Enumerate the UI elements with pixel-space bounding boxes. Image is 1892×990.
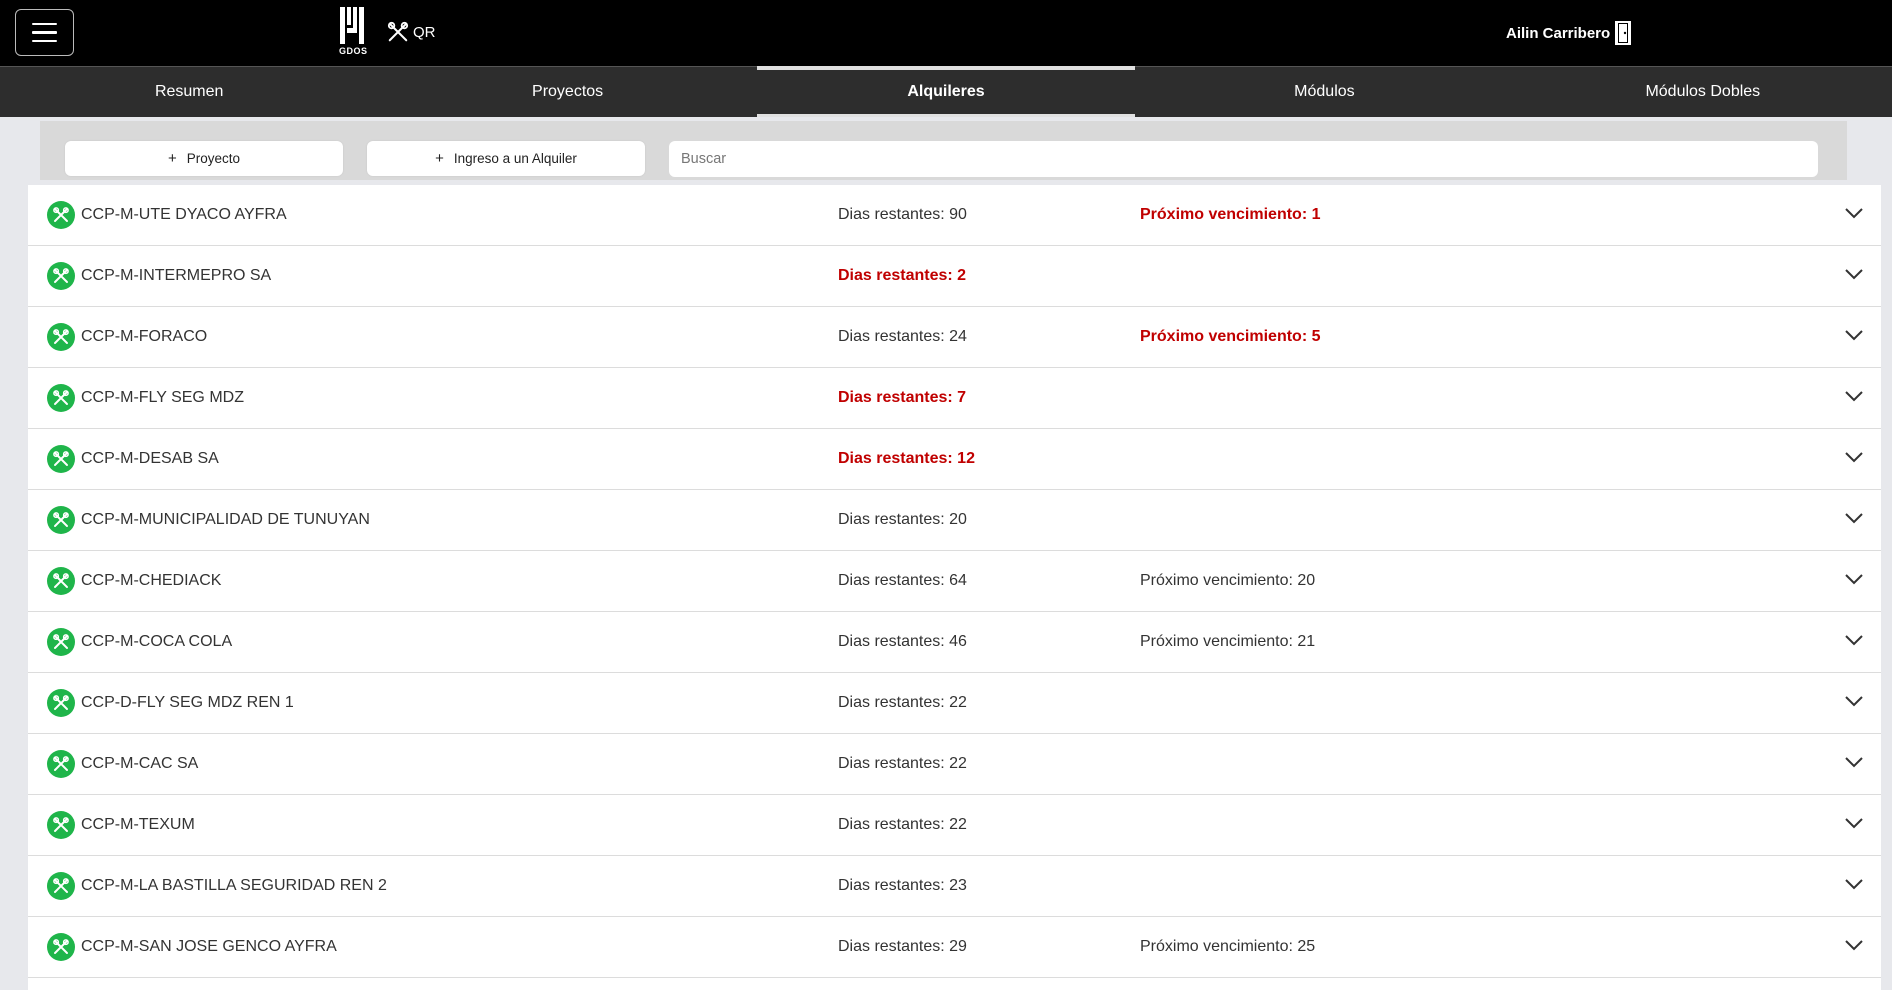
tab-resumen[interactable]: Resumen — [0, 67, 378, 117]
rental-name: CCP-M-TEXUM — [81, 816, 195, 833]
tools-icon — [47, 872, 75, 900]
rental-name: CCP-D-FLY SEG MDZ REN 1 — [81, 694, 294, 711]
rental-name: CCP-M-INTERMEPRO SA — [81, 267, 272, 284]
hamburger-menu-button[interactable] — [15, 9, 74, 56]
tools-icon — [47, 323, 75, 351]
rental-list: CCP-M-UTE DYACO AYFRA Dias restantes: 90 P… — [28, 185, 1881, 990]
rental-row[interactable]: CCP-M-TEXUM Dias restantes: 22 — [28, 795, 1881, 856]
tools-icon — [47, 750, 75, 778]
chevron-down-icon[interactable] — [1845, 878, 1863, 890]
proximo-vencimiento: Próximo vencimiento: 1 — [1140, 206, 1321, 223]
chevron-down-icon[interactable] — [1845, 695, 1863, 707]
plus-icon: + — [167, 150, 177, 167]
dias-restantes: Dias restantes: 23 — [838, 877, 967, 894]
tools-icon — [47, 506, 75, 534]
tools-icon — [47, 689, 75, 717]
action-bar: + Proyecto + Ingreso a un Alquiler — [40, 121, 1847, 180]
proximo-vencimiento: Próximo vencimiento: 21 — [1140, 633, 1316, 650]
user-menu[interactable]: Ailin Carribero — [1506, 20, 1632, 46]
chevron-down-icon[interactable] — [1845, 512, 1863, 524]
rental-row[interactable]: CCP-M-CHEDIACK Dias restantes: 64 Próximo … — [28, 551, 1881, 612]
door-exit-icon — [1615, 21, 1632, 45]
proximo-vencimiento: Próximo vencimiento: 25 — [1140, 938, 1316, 955]
chevron-down-icon[interactable] — [1845, 390, 1863, 402]
tools-icon — [47, 445, 75, 473]
dias-restantes: Dias restantes: 90 — [838, 206, 967, 223]
tools-icon — [387, 21, 409, 42]
dias-restantes: Dias restantes: 64 — [838, 572, 967, 589]
dias-restantes: Dias restantes: 20 — [838, 511, 967, 528]
dias-restantes: Dias restantes: 7 — [838, 389, 967, 406]
add-rental-entry-button[interactable]: + Ingreso a un Alquiler — [367, 141, 645, 176]
rental-name: CCP-M-LA BASTILLA SEGURIDAD REN 2 — [81, 877, 387, 894]
chevron-down-icon[interactable] — [1845, 817, 1863, 829]
rental-name: CCP-M-CAC SA — [81, 755, 199, 772]
hamburger-menu-icon — [32, 22, 57, 26]
rental-row[interactable]: CCP-M-COCA COLA Dias restantes: 46 Próximo… — [28, 612, 1881, 673]
dias-restantes: Dias restantes: 22 — [838, 694, 967, 711]
rental-row[interactable]: CCP-M-SAN JOSE GENCO AYFRA Dias restantes… — [28, 917, 1881, 978]
tools-icon — [47, 201, 75, 229]
rental-name: CCP-M-FLY SEG MDZ — [81, 389, 244, 406]
tab-alquileres[interactable]: Alquileres — [756, 66, 1136, 117]
rental-name: CCP-M-MUNICIPALIDAD DE TUNUYAN — [81, 511, 370, 528]
tab-modulos-dobles[interactable]: Módulos Dobles — [1514, 67, 1892, 117]
rental-row[interactable]: CCP-D-FLY SEG MDZ REN 1 Dias restantes: 2… — [28, 673, 1881, 734]
rental-row[interactable]: CCP-M-DESAB SA Dias restantes: 12 — [28, 429, 1881, 490]
main-tabs: Resumen Proyectos Alquileres Módulos Mód… — [0, 66, 1892, 117]
tools-icon — [47, 262, 75, 290]
plus-icon: + — [435, 150, 444, 167]
rental-name: CCP-M-CHEDIACK — [81, 572, 222, 589]
logo-text: GDOS — [339, 46, 368, 56]
rental-name: CCP-M-UTE DYACO AYFRA — [81, 206, 287, 223]
dias-restantes: Dias restantes: 29 — [838, 938, 967, 955]
tools-icon — [47, 933, 75, 961]
chevron-down-icon[interactable] — [1845, 634, 1863, 646]
qr-link[interactable]: QR — [386, 21, 436, 43]
dias-restantes: Dias restantes: 24 — [838, 328, 967, 345]
rental-row[interactable]: CCP-M-CAC SA Dias restantes: 22 — [28, 734, 1881, 795]
dias-restantes: Dias restantes: 2 — [838, 267, 967, 284]
proximo-vencimiento: Próximo vencimiento: 5 — [1140, 328, 1321, 345]
chevron-down-icon[interactable] — [1845, 451, 1863, 463]
rental-name: CCP-M-DESAB SA — [81, 450, 219, 467]
dias-restantes: Dias restantes: 22 — [838, 816, 967, 833]
rental-name: CCP-M-FORACO — [81, 328, 208, 345]
tab-proyectos[interactable]: Proyectos — [378, 67, 756, 117]
rental-row[interactable]: CCP-M-FORACO Dias restantes: 24 Próximo ve… — [28, 307, 1881, 368]
chevron-down-icon[interactable] — [1845, 207, 1863, 219]
rental-row[interactable]: CCP-M-LA BASTILLA SEGURIDAD REN 2 Dias re… — [28, 856, 1881, 917]
chevron-down-icon[interactable] — [1845, 756, 1863, 768]
add-rental-label: Ingreso a un Alquiler — [453, 151, 577, 166]
add-project-label: Proyecto — [186, 151, 241, 166]
tab-modulos[interactable]: Módulos — [1135, 67, 1513, 117]
user-name: Ailin Carribero — [1506, 24, 1611, 42]
chevron-down-icon[interactable] — [1845, 268, 1863, 280]
tools-icon — [47, 567, 75, 595]
dias-restantes: Dias restantes: 46 — [838, 633, 967, 650]
rental-row[interactable]: CCP-M-INTERMEPRO SA Dias restantes: 2 — [28, 246, 1881, 307]
qr-label: QR — [413, 23, 436, 41]
dias-restantes: Dias restantes: 22 — [838, 755, 967, 772]
rental-name: CCP-M-COCA COLA — [81, 633, 233, 650]
add-project-button[interactable]: + Proyecto — [65, 141, 343, 176]
tools-icon — [47, 384, 75, 412]
dias-restantes: Dias restantes: 12 — [838, 450, 975, 467]
tools-icon — [47, 628, 75, 656]
chevron-down-icon[interactable] — [1845, 939, 1863, 951]
rental-name: CCP-M-SAN JOSE GENCO AYFRA — [81, 938, 337, 955]
chevron-down-icon[interactable] — [1845, 573, 1863, 585]
tools-icon — [47, 811, 75, 839]
search-input[interactable] — [669, 141, 1818, 177]
rental-row[interactable]: CCP-M-MUNICIPALIDAD DE TUNUYAN Dias resta… — [28, 490, 1881, 551]
proximo-vencimiento: Próximo vencimiento: 20 — [1140, 572, 1316, 589]
rental-row[interactable]: CCP-M-FLY SEG MDZ Dias restantes: 7 — [28, 368, 1881, 429]
rental-row[interactable]: CCP-M-UTE DYACO AYFRA Dias restantes: 90 P… — [28, 185, 1881, 246]
chevron-down-icon[interactable] — [1845, 329, 1863, 341]
top-navbar: GDOS QR Ailin Carribero — [0, 0, 1892, 66]
